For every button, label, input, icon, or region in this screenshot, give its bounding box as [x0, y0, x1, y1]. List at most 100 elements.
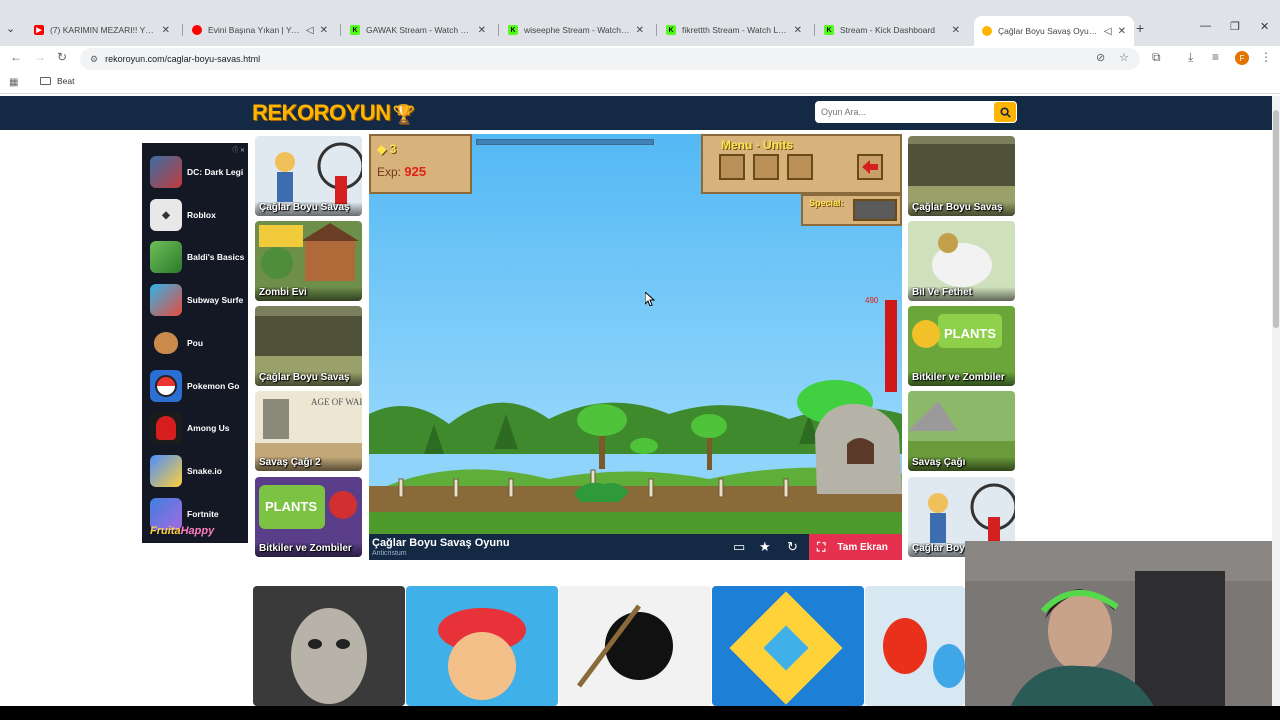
browser-tab[interactable]: K Stream - Kick Dashboard ✕ [816, 18, 968, 42]
search-button[interactable] [994, 102, 1016, 122]
mute-icon[interactable]: ◁ [1104, 26, 1112, 37]
back-arrow-button[interactable] [857, 154, 883, 180]
game-thumb-art [865, 586, 965, 706]
more-menu-icon[interactable]: ⋮ [1260, 50, 1272, 64]
ad-info-icon[interactable]: ⓘ ✕ [232, 145, 245, 154]
mute-icon[interactable]: ◁ [306, 25, 314, 36]
close-tab-icon[interactable]: ✕ [478, 25, 486, 36]
ad-item[interactable]: DC: Dark Legi [150, 155, 246, 189]
back-icon[interactable]: ← [10, 50, 22, 64]
app-icon [150, 327, 182, 359]
game-thumb[interactable]: Savaş Çağı [908, 391, 1015, 471]
game-thumb[interactable]: Bil Ve Fethet [908, 221, 1015, 301]
close-tab-icon[interactable]: ✕ [794, 25, 802, 36]
favorite-star-icon[interactable]: ★ [759, 539, 771, 555]
tab-title: (7) KARIMIN MEZARI!! YOKSA... [50, 25, 156, 35]
ad-sidebar[interactable]: ⓘ ✕ DC: Dark Legi ◆ Roblox Baldi's Basic… [142, 143, 248, 543]
bookmark-folder[interactable]: Beat [40, 76, 75, 86]
url-bar[interactable]: ⚙ rekoroyun.com/caglar-boyu-savas.html [80, 48, 1140, 70]
browser-tab[interactable]: K GAWAK Stream - Watch Live on... ✕ [342, 18, 494, 42]
unit-dino-button[interactable] [787, 154, 813, 180]
minimize-icon[interactable]: — [1200, 20, 1211, 32]
exp-label: Exp: [377, 165, 402, 179]
game-thumb-label: Savaş Çağı 2 [255, 457, 362, 471]
close-tab-icon[interactable]: ✕ [1118, 26, 1126, 37]
ad-item[interactable]: Among Us [150, 411, 246, 445]
reading-list-icon[interactable]: ≡ [1212, 50, 1219, 64]
site-logo[interactable]: REKOROYUN 🏆 [252, 100, 415, 126]
kick-icon: K [508, 25, 518, 35]
ad-item[interactable]: Snake.io [150, 454, 246, 488]
tab-search-icon[interactable]: ⌄ [6, 22, 15, 35]
ad-item[interactable]: Subway Surfe [150, 283, 246, 317]
featured-game-thumb[interactable] [559, 586, 711, 706]
ad-item[interactable]: ◆ Roblox [150, 198, 246, 232]
enemy-base-hp: 490 [865, 296, 879, 305]
fullscreen-label: Tam Ekran [837, 541, 888, 553]
tab-title: Stream - Kick Dashboard [840, 25, 935, 35]
tab-title: wiseephe Stream - Watch Live o... [524, 25, 630, 35]
search-input[interactable] [815, 107, 991, 117]
game-thumb[interactable]: Çağlar Boyu Savaş [255, 306, 362, 386]
game-thumb-label: Zombi Evi [255, 287, 362, 301]
wave-progress-bar [476, 139, 654, 145]
extensions-icon[interactable]: ⧉ [1152, 50, 1161, 65]
fullscreen-button[interactable]: ⛶ Tam Ekran [809, 534, 902, 560]
page-scrollbar[interactable] [1272, 96, 1280, 706]
scrollbar-thumb[interactable] [1273, 110, 1279, 328]
special-attack-button[interactable] [853, 199, 897, 221]
unit-clubman-button[interactable] [719, 154, 745, 180]
browser-tab[interactable]: K wiseephe Stream - Watch Live o... ✕ [500, 18, 652, 42]
bookmark-star-icon[interactable]: ☆ [1119, 51, 1129, 64]
game-thumb-label: Bitkiler ve Zombiler [908, 372, 1015, 386]
browser-tab[interactable]: Evini Başına Yıkan | YouTube... ◁ ✕ [184, 18, 336, 42]
game-thumb[interactable]: Zombi Evi [255, 221, 362, 301]
unit-slingshot-button[interactable] [753, 154, 779, 180]
game-info-bar: Çağlar Boyu Savaş Oyunu Anticristum ▭ ★ … [369, 534, 902, 560]
browser-tab-active[interactable]: Çağlar Boyu Savaş Oyunu ... ◁ ✕ [974, 16, 1134, 46]
close-tab-icon[interactable]: ✕ [320, 25, 328, 36]
search-box [815, 101, 1017, 123]
game-thumb[interactable]: PLANTS Bitkiler ve Zombiler [255, 477, 362, 557]
comment-icon[interactable]: ▭ [733, 539, 745, 555]
special-label: Special: [809, 198, 844, 208]
ad-item[interactable]: Pou [150, 326, 246, 360]
apps-grid-icon[interactable]: ▦ [9, 77, 18, 88]
forward-icon[interactable]: → [34, 50, 46, 64]
featured-game-thumb[interactable] [253, 586, 405, 706]
units-menu-panel: Menu - Units [701, 134, 902, 194]
trophy-icon: 🏆 [392, 104, 415, 124]
game-thumb[interactable]: Çağlar Boyu Savaş [908, 136, 1015, 216]
game-thumb[interactable]: AGE OF WAR 2 Savaş Çağı 2 [255, 391, 362, 471]
ad-item[interactable]: Baldi's Basics [150, 240, 246, 274]
app-icon [150, 412, 182, 444]
maximize-icon[interactable]: ❐ [1230, 20, 1240, 33]
eye-off-icon[interactable]: ⊘ [1096, 51, 1105, 64]
site-info-icon[interactable]: ⚙ [90, 54, 98, 65]
game-thumb[interactable]: Çağlar Boyu Savaş [255, 136, 362, 216]
reload-icon[interactable]: ↻ [57, 50, 67, 64]
ad-item-label: Fortnite [187, 509, 219, 519]
featured-game-thumb[interactable] [865, 586, 965, 706]
app-icon: ◆ [150, 199, 182, 231]
featured-game-thumb[interactable] [406, 586, 558, 706]
new-tab-icon[interactable]: + [1136, 20, 1144, 36]
ad-item[interactable]: Pokemon Go [150, 369, 246, 403]
ad-brand: FruitaHappy [150, 525, 215, 537]
browser-tab-strip: ⌄ ▶ (7) KARIMIN MEZARI!! YOKSA... ✕ Evin… [0, 0, 1280, 46]
mouse-cursor-icon [645, 292, 655, 306]
close-tab-icon[interactable]: ✕ [636, 25, 644, 36]
close-tab-icon[interactable]: ✕ [952, 25, 960, 36]
browser-tab[interactable]: K fikrettth Stream - Watch Live on... ✕ [658, 18, 810, 42]
browser-tab[interactable]: ▶ (7) KARIMIN MEZARI!! YOKSA... ✕ [26, 18, 178, 42]
window-close-icon[interactable]: ✕ [1260, 20, 1269, 33]
game-canvas[interactable]: ◆ 3 Exp: 925 Menu - Units Special: 490 [369, 134, 902, 534]
game-thumb-label: Çağlar Boyu Savaş [908, 202, 1015, 216]
restart-icon[interactable]: ↻ [787, 539, 798, 555]
kick-icon: K [666, 25, 676, 35]
featured-game-thumb[interactable] [712, 586, 864, 706]
download-icon[interactable]: ⤓ [1188, 50, 1193, 65]
profile-avatar[interactable]: F [1235, 51, 1249, 65]
game-thumb[interactable]: PLANTS Bitkiler ve Zombiler [908, 306, 1015, 386]
close-tab-icon[interactable]: ✕ [162, 25, 170, 36]
